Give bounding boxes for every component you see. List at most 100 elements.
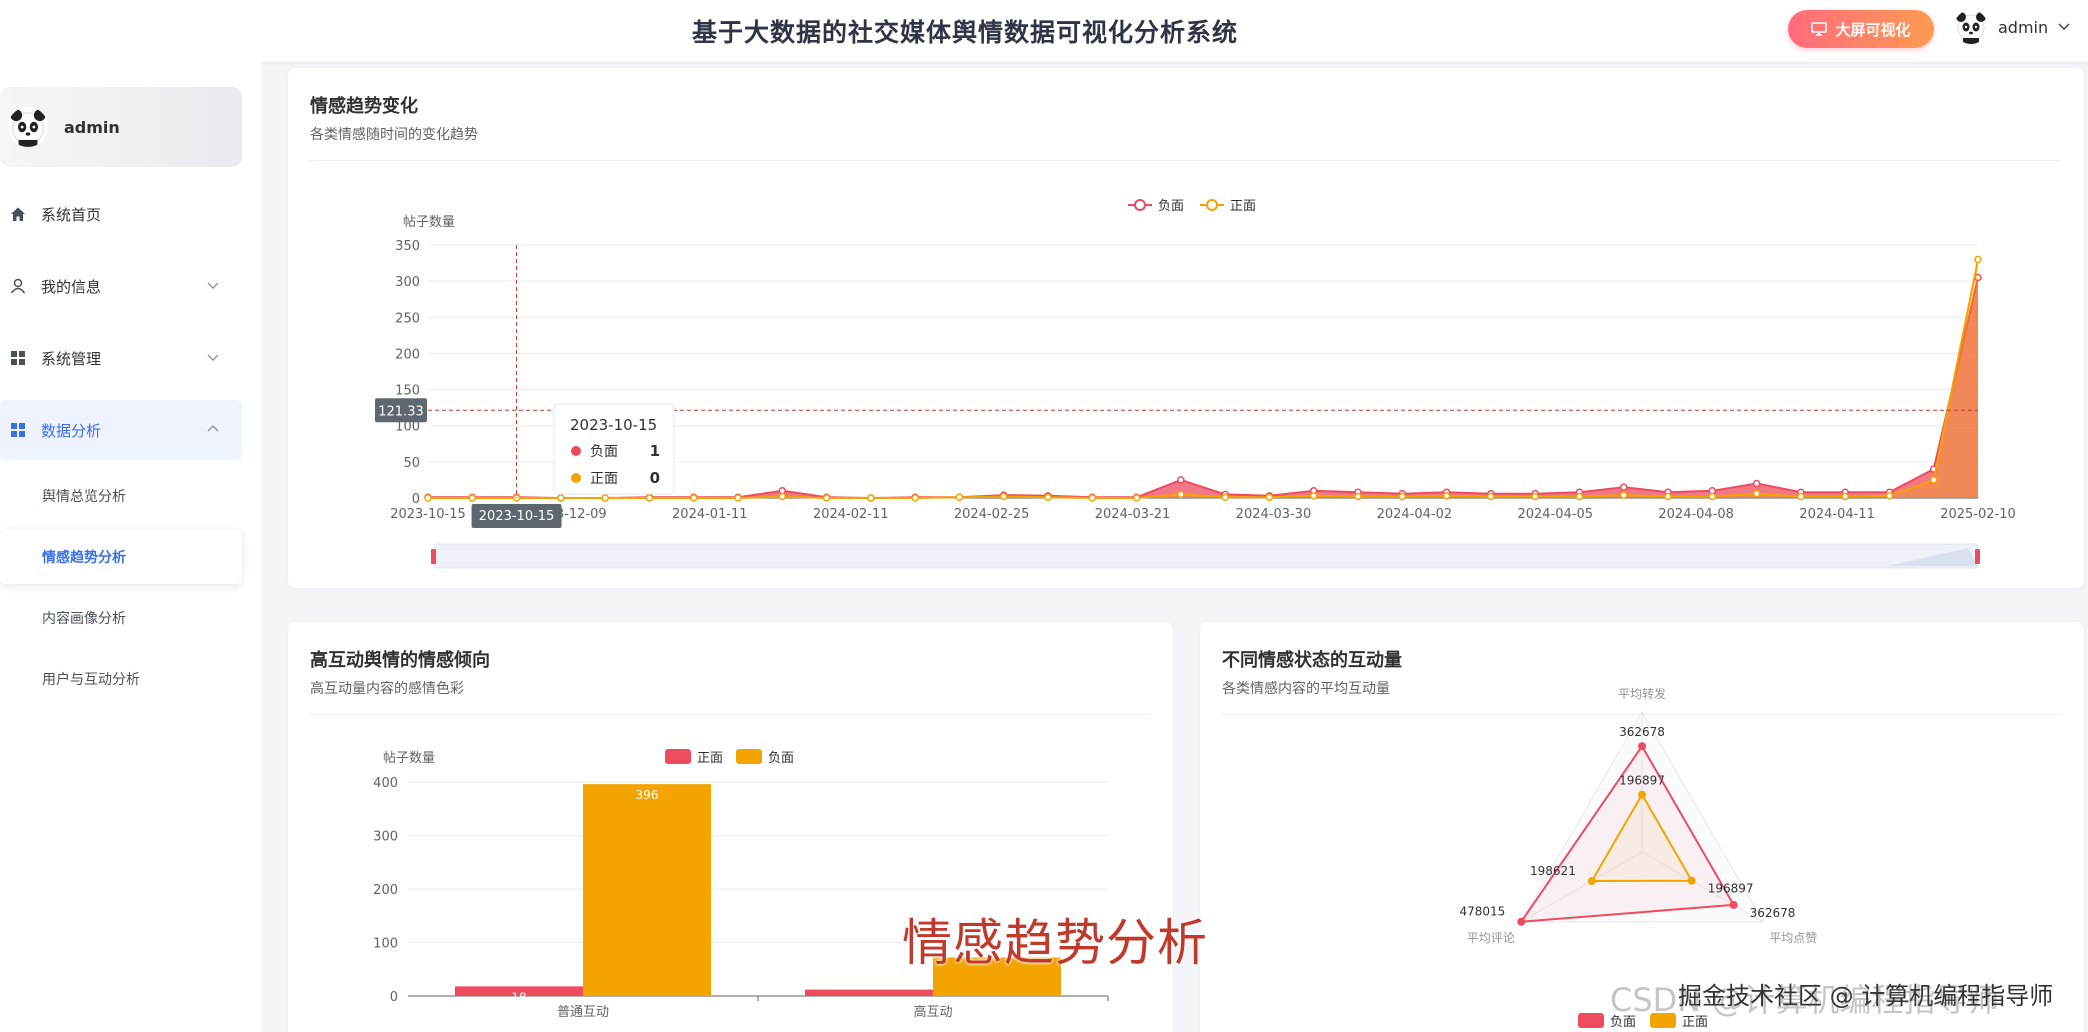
data-point (1442, 492, 1451, 500)
sidebar-subitem-sentiment-trend[interactable]: 情感趋势分析 (0, 530, 242, 584)
legend-marker (1134, 199, 1146, 211)
sidebar-item-system-management[interactable]: 系统管理 (0, 328, 242, 388)
crosshair-x-label: 2023-10-15 (479, 509, 555, 524)
trend-chart[interactable]: 帖子数量0501001502002503003502023-10-15 2023-… (288, 68, 2084, 588)
datazoom-slider (433, 543, 1979, 569)
data-point (424, 494, 432, 502)
tooltip-series-name: 正面 (590, 471, 618, 487)
radar-point (1587, 876, 1596, 885)
chevron-down-icon (207, 282, 219, 289)
radar-indicator-label: 平均转发 (1618, 686, 1666, 701)
sidebar-subitem-label: 舆情总览分析 (42, 489, 126, 505)
data-point (645, 494, 654, 502)
avatar (1954, 10, 1988, 44)
tooltip-marker (571, 473, 581, 483)
sidebar-item-home[interactable]: 系统首页 (0, 184, 242, 244)
radar-indicator-label: 平均评论 (1467, 931, 1515, 945)
x-tick-label: 2023-10-15 (390, 507, 466, 522)
panda-avatar-icon (1956, 12, 1986, 44)
legend-swatch (1578, 1013, 1604, 1028)
bar-data-label: 396 (636, 788, 659, 802)
data-point (1619, 491, 1628, 499)
data-point (689, 494, 698, 502)
sidebar-subitem-label: 用户与互动分析 (42, 672, 140, 688)
crosshair-y-label: 121.33 (378, 404, 424, 419)
legend-label: 负面 (768, 751, 794, 766)
data-point (999, 492, 1008, 501)
x-tick-label: 2024-01-11 (672, 507, 748, 522)
legend-label: 负面 (1158, 199, 1184, 214)
data-point (778, 492, 787, 501)
radar-value-label: 362678 (1750, 906, 1796, 920)
legend-swatch (665, 749, 691, 764)
x-tick-label: 2024-04-11 (1799, 507, 1875, 522)
radar-point (1687, 876, 1696, 885)
radar-value-label: 198621 (1530, 864, 1576, 878)
radar-point (1638, 742, 1646, 751)
x-tick-label: 2024-03-30 (1236, 507, 1312, 522)
top-bar: 基于大数据的社交媒体舆情数据可视化分析系统 大屏可视化 admin (0, 0, 2088, 62)
y-tick-label: 0 (412, 492, 420, 507)
sidebar-item-label: 我的信息 (41, 277, 102, 296)
radar-chart[interactable]: 平均转发平均点赞 平均评论 362678 362678 478015 196897 1968… (1200, 622, 2084, 1032)
bar-data-label: 18 (511, 990, 526, 1004)
sidebar-username: admin (64, 117, 120, 137)
data-point (1708, 492, 1717, 501)
data-point (1797, 492, 1805, 501)
data-point (1221, 493, 1229, 502)
data-point (1664, 492, 1672, 501)
video-caption-overlay: 情感趋势分析 (902, 914, 1208, 972)
data-point (867, 494, 875, 502)
y-axis-title: 帖子数量 (383, 751, 435, 766)
sidebar-item-label: 系统首页 (41, 205, 102, 224)
sidebar-subitem-content-profile[interactable]: 内容画像分析 (0, 591, 242, 645)
data-point (557, 494, 565, 502)
data-point (1398, 492, 1407, 501)
data-point (734, 494, 742, 502)
data-point (1354, 492, 1362, 501)
home-icon (10, 206, 26, 222)
y-tick-label: 50 (403, 456, 420, 471)
data-point (1752, 489, 1761, 498)
sidebar-subitem-overview[interactable]: 舆情总览分析 (0, 469, 242, 523)
screen-icon (1811, 22, 1828, 36)
datazoom-handle-right (1975, 549, 1980, 564)
y-tick-label: 300 (373, 830, 398, 845)
radar-point (1638, 790, 1646, 799)
sidebar-item-label: 数据分析 (41, 421, 102, 440)
y-tick-label: 350 (395, 239, 420, 254)
data-point (1132, 494, 1141, 502)
data-point (1177, 476, 1185, 484)
bigscreen-button[interactable]: 大屏可视化 (1788, 10, 1934, 48)
bar-正面 (805, 989, 933, 996)
sidebar-item-my-info[interactable]: 我的信息 (0, 256, 242, 316)
grid-icon (10, 422, 26, 438)
y-tick-label: 200 (373, 883, 398, 898)
radar-value-label: 196897 (1619, 774, 1665, 788)
x-tick-label: 2024-04-08 (1658, 507, 1734, 522)
tooltip-date: 2023-10-15 (570, 416, 657, 434)
data-point (1575, 492, 1584, 501)
y-tick-label: 250 (395, 311, 420, 326)
legend-swatch (736, 749, 762, 764)
x-tick-label: 高互动 (913, 1004, 952, 1020)
x-tick-label: 2024-03-21 (1095, 507, 1171, 522)
sidebar-item-data-analysis[interactable]: 数据分析 (0, 400, 242, 460)
bigscreen-label: 大屏可视化 (1835, 20, 1911, 39)
data-point (1088, 494, 1097, 502)
data-point (955, 493, 964, 502)
user-menu[interactable]: admin (1954, 10, 2070, 44)
x-tick-label: 普通互动 (557, 1005, 609, 1020)
sidebar-subitem-user-interaction[interactable]: 用户与互动分析 (0, 652, 242, 706)
y-tick-label: 200 (395, 347, 420, 362)
data-point (1309, 492, 1318, 500)
chevron-up-icon (207, 425, 219, 432)
sidebar-item-label: 系统管理 (41, 349, 102, 368)
y-tick-label: 150 (395, 384, 420, 399)
datazoom-handle-left (431, 549, 436, 564)
data-point (1531, 492, 1539, 501)
radar-value-label: 196897 (1708, 882, 1754, 896)
data-point (601, 494, 609, 502)
sidebar-user-card: admin (0, 87, 242, 167)
x-tick-label: 2024-04-05 (1517, 507, 1593, 522)
